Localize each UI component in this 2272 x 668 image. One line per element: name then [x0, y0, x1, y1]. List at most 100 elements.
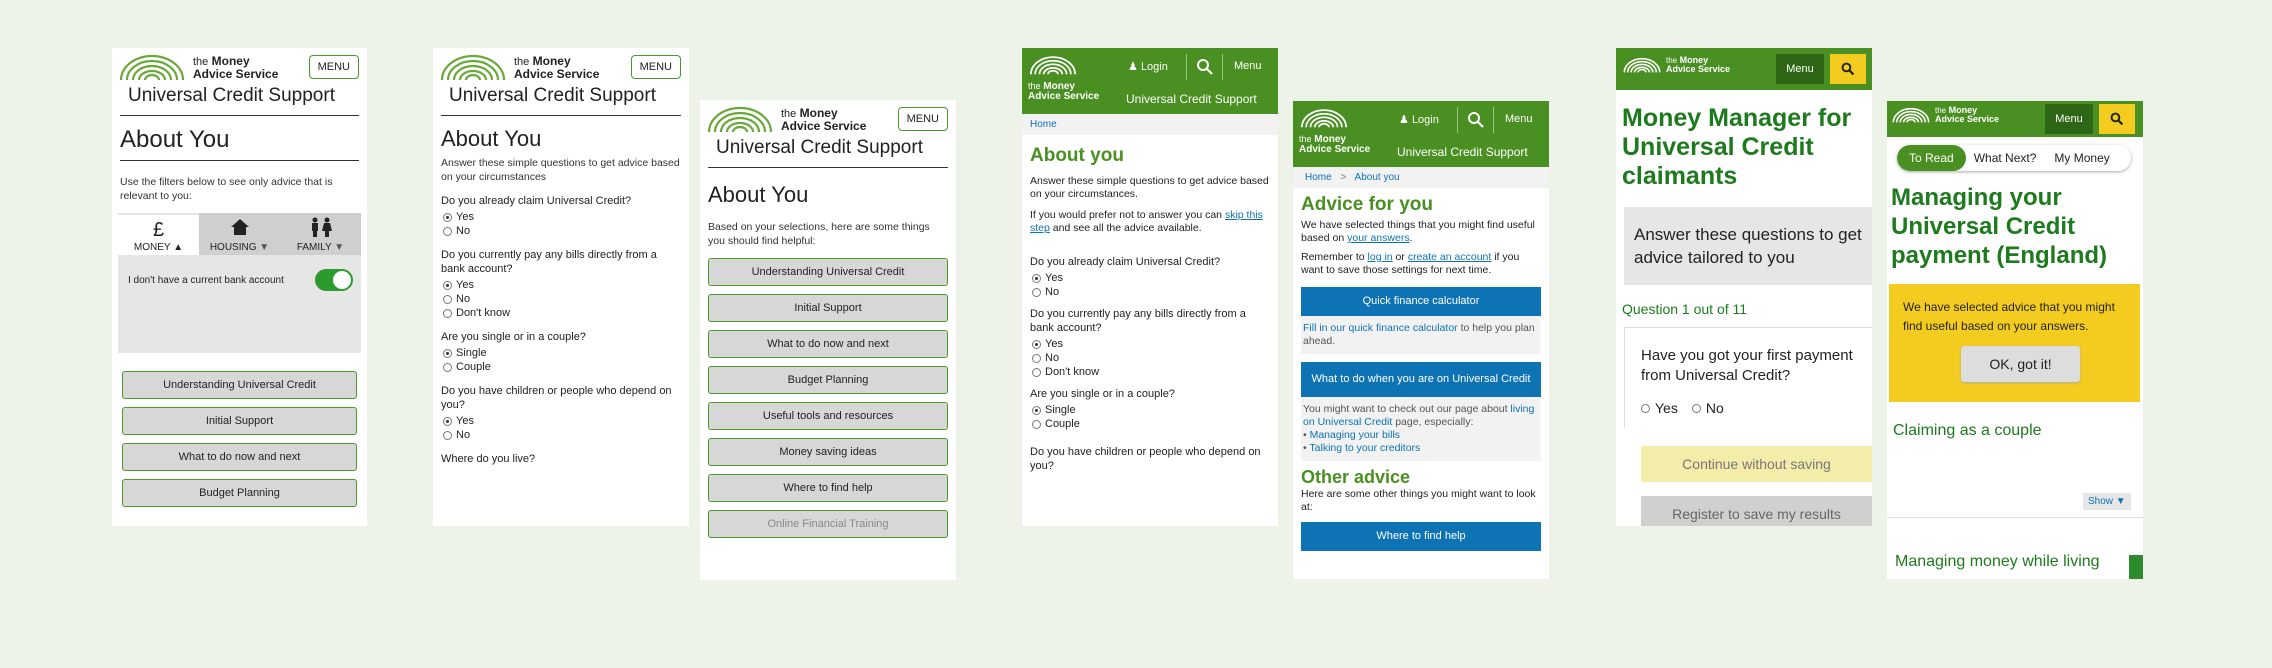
mas-logo[interactable]: the Money Advice Service [1891, 106, 1999, 124]
option-yes[interactable]: Yes [1641, 400, 1678, 416]
radio-selected[interactable] [443, 280, 452, 290]
understanding-uc-button[interactable]: Understanding Universal Credit [122, 371, 357, 399]
radio[interactable] [1032, 367, 1041, 377]
option-no[interactable]: No [1022, 351, 1278, 365]
show-toggle[interactable]: Show ▼ [2083, 493, 2131, 510]
radio[interactable] [443, 226, 452, 236]
intro-text: We have selected things that you might f… [1301, 219, 1535, 244]
what-to-do-button[interactable]: What to do now and next [122, 443, 357, 471]
login-link[interactable]: ♟ Login [1128, 60, 1168, 73]
radio[interactable] [1032, 287, 1041, 297]
option-no[interactable]: No [1022, 285, 1278, 299]
option-no[interactable]: No [433, 292, 689, 306]
initial-support-button[interactable]: Initial Support [122, 407, 357, 435]
option-yes[interactable]: Yes [433, 210, 689, 224]
breadcrumb-home[interactable]: Home [1030, 119, 1057, 130]
online-training-button[interactable]: Online Financial Training [708, 510, 948, 538]
login-link[interactable]: ♟ Login [1399, 113, 1439, 126]
money-saving-button[interactable]: Money saving ideas [708, 438, 948, 466]
radio-selected[interactable] [443, 416, 452, 426]
claiming-couple-heading[interactable]: Claiming as a couple [1887, 402, 2143, 440]
option-yes[interactable]: Yes [433, 278, 689, 292]
pound-icon: £ [152, 219, 165, 241]
budget-planning-button[interactable]: Budget Planning [708, 366, 948, 394]
tab-what-next[interactable]: What Next? [1966, 145, 2045, 171]
menu-button[interactable]: MENU [308, 55, 359, 79]
tab-family-label: FAMILY [296, 242, 332, 253]
option-couple[interactable]: Couple [1022, 417, 1278, 431]
option-dont-know[interactable]: Don't know [433, 306, 689, 320]
brand-advice: Advice Service [781, 118, 867, 133]
option-yes[interactable]: Yes [1022, 337, 1278, 351]
managing-money-heading[interactable]: Managing money while living [1895, 553, 2100, 571]
search-icon[interactable] [1196, 58, 1214, 76]
continue-button[interactable]: Continue without saving [1641, 446, 1872, 482]
menu-button[interactable]: Menu [2045, 104, 2093, 134]
radio[interactable] [1641, 403, 1650, 413]
tab-family[interactable]: FAMILY ▼ [280, 213, 361, 255]
create-account-link[interactable]: create an account [1408, 251, 1491, 263]
radio[interactable] [1032, 353, 1041, 363]
option-no[interactable]: No [433, 224, 689, 238]
tab-my-money[interactable]: My Money [2044, 145, 2119, 171]
radio[interactable] [443, 294, 452, 304]
login-inline-link[interactable]: log in [1368, 251, 1393, 263]
mas-logo[interactable]: the Money Advice Service [1622, 56, 1730, 74]
radio[interactable] [1032, 419, 1041, 429]
option-single[interactable]: Single [1022, 403, 1278, 417]
menu-button[interactable]: MENU [630, 55, 681, 79]
mas-logo[interactable]: the Money Advice Service [705, 105, 866, 133]
register-button[interactable]: Register to save my results [1641, 496, 1872, 526]
option-dont-know[interactable]: Don't know [1022, 365, 1278, 379]
question-children: Do you have children or people who depen… [441, 385, 672, 411]
breadcrumb-about[interactable]: About you [1355, 172, 1400, 183]
radio-selected[interactable] [1032, 405, 1041, 415]
login-label: Login [1140, 61, 1168, 73]
what-to-do-uc-button[interactable]: What to do when you are on Universal Cre… [1301, 362, 1541, 397]
option-no[interactable]: No [433, 428, 689, 442]
ok-got-it-button[interactable]: OK, got it! [1961, 346, 2080, 382]
quick-finance-button[interactable]: Quick finance calculator [1301, 287, 1541, 316]
radio[interactable] [443, 308, 452, 318]
option-couple[interactable]: Couple [433, 360, 689, 374]
where-to-find-help-button[interactable]: Where to find help [1301, 522, 1541, 551]
talking-creditors-link[interactable]: Talking to your creditors [1309, 442, 1420, 454]
mas-logo[interactable]: the Money Advice Service [117, 53, 278, 81]
radio-selected[interactable] [1032, 273, 1041, 283]
what-to-do-button[interactable]: What to do now and next [708, 330, 948, 358]
option-single[interactable]: Single [433, 346, 689, 360]
mas-logo[interactable]: the Money Advice Service [1299, 107, 1370, 155]
managing-bills-link[interactable]: Managing your bills [1310, 429, 1400, 441]
tab-money[interactable]: £ MONEY ▲ [118, 213, 199, 255]
radio[interactable] [1691, 403, 1701, 413]
search-button[interactable] [2099, 104, 2135, 134]
menu-link[interactable]: Menu [1234, 60, 1262, 72]
search-icon[interactable] [1467, 111, 1485, 129]
radio[interactable] [443, 362, 452, 372]
where-to-find-help-button[interactable]: Where to find help [708, 474, 948, 502]
initial-support-button[interactable]: Initial Support [708, 294, 948, 322]
understanding-uc-button[interactable]: Understanding Universal Credit [708, 258, 948, 286]
tab-to-read[interactable]: To Read [1897, 145, 1966, 171]
mas-logo[interactable]: the Money Advice Service [1028, 54, 1099, 102]
menu-button[interactable]: Menu [1776, 54, 1824, 84]
calculator-link[interactable]: Fill in our quick finance calculator [1303, 322, 1458, 334]
breadcrumb-home[interactable]: Home [1305, 172, 1332, 183]
useful-tools-button[interactable]: Useful tools and resources [708, 402, 948, 430]
mas-logo[interactable]: the Money Advice Service [438, 53, 599, 81]
option-no[interactable]: No [1691, 400, 1724, 416]
tab-housing[interactable]: HOUSING ▼ [199, 213, 280, 255]
menu-link[interactable]: Menu [1505, 113, 1533, 125]
radio-selected[interactable] [1032, 339, 1041, 349]
option-yes[interactable]: Yes [433, 414, 689, 428]
radio-selected[interactable] [443, 348, 452, 358]
your-answers-link[interactable]: your answers [1347, 232, 1409, 244]
menu-button[interactable]: MENU [897, 107, 948, 131]
radio-selected[interactable] [443, 212, 452, 222]
radio[interactable] [443, 430, 452, 440]
bank-account-toggle[interactable] [315, 269, 353, 291]
budget-planning-button[interactable]: Budget Planning [122, 479, 357, 507]
option-yes[interactable]: Yes [1022, 271, 1278, 285]
search-button[interactable] [1830, 54, 1866, 84]
questions-intro: Answer these simple questions to get adv… [441, 157, 680, 183]
